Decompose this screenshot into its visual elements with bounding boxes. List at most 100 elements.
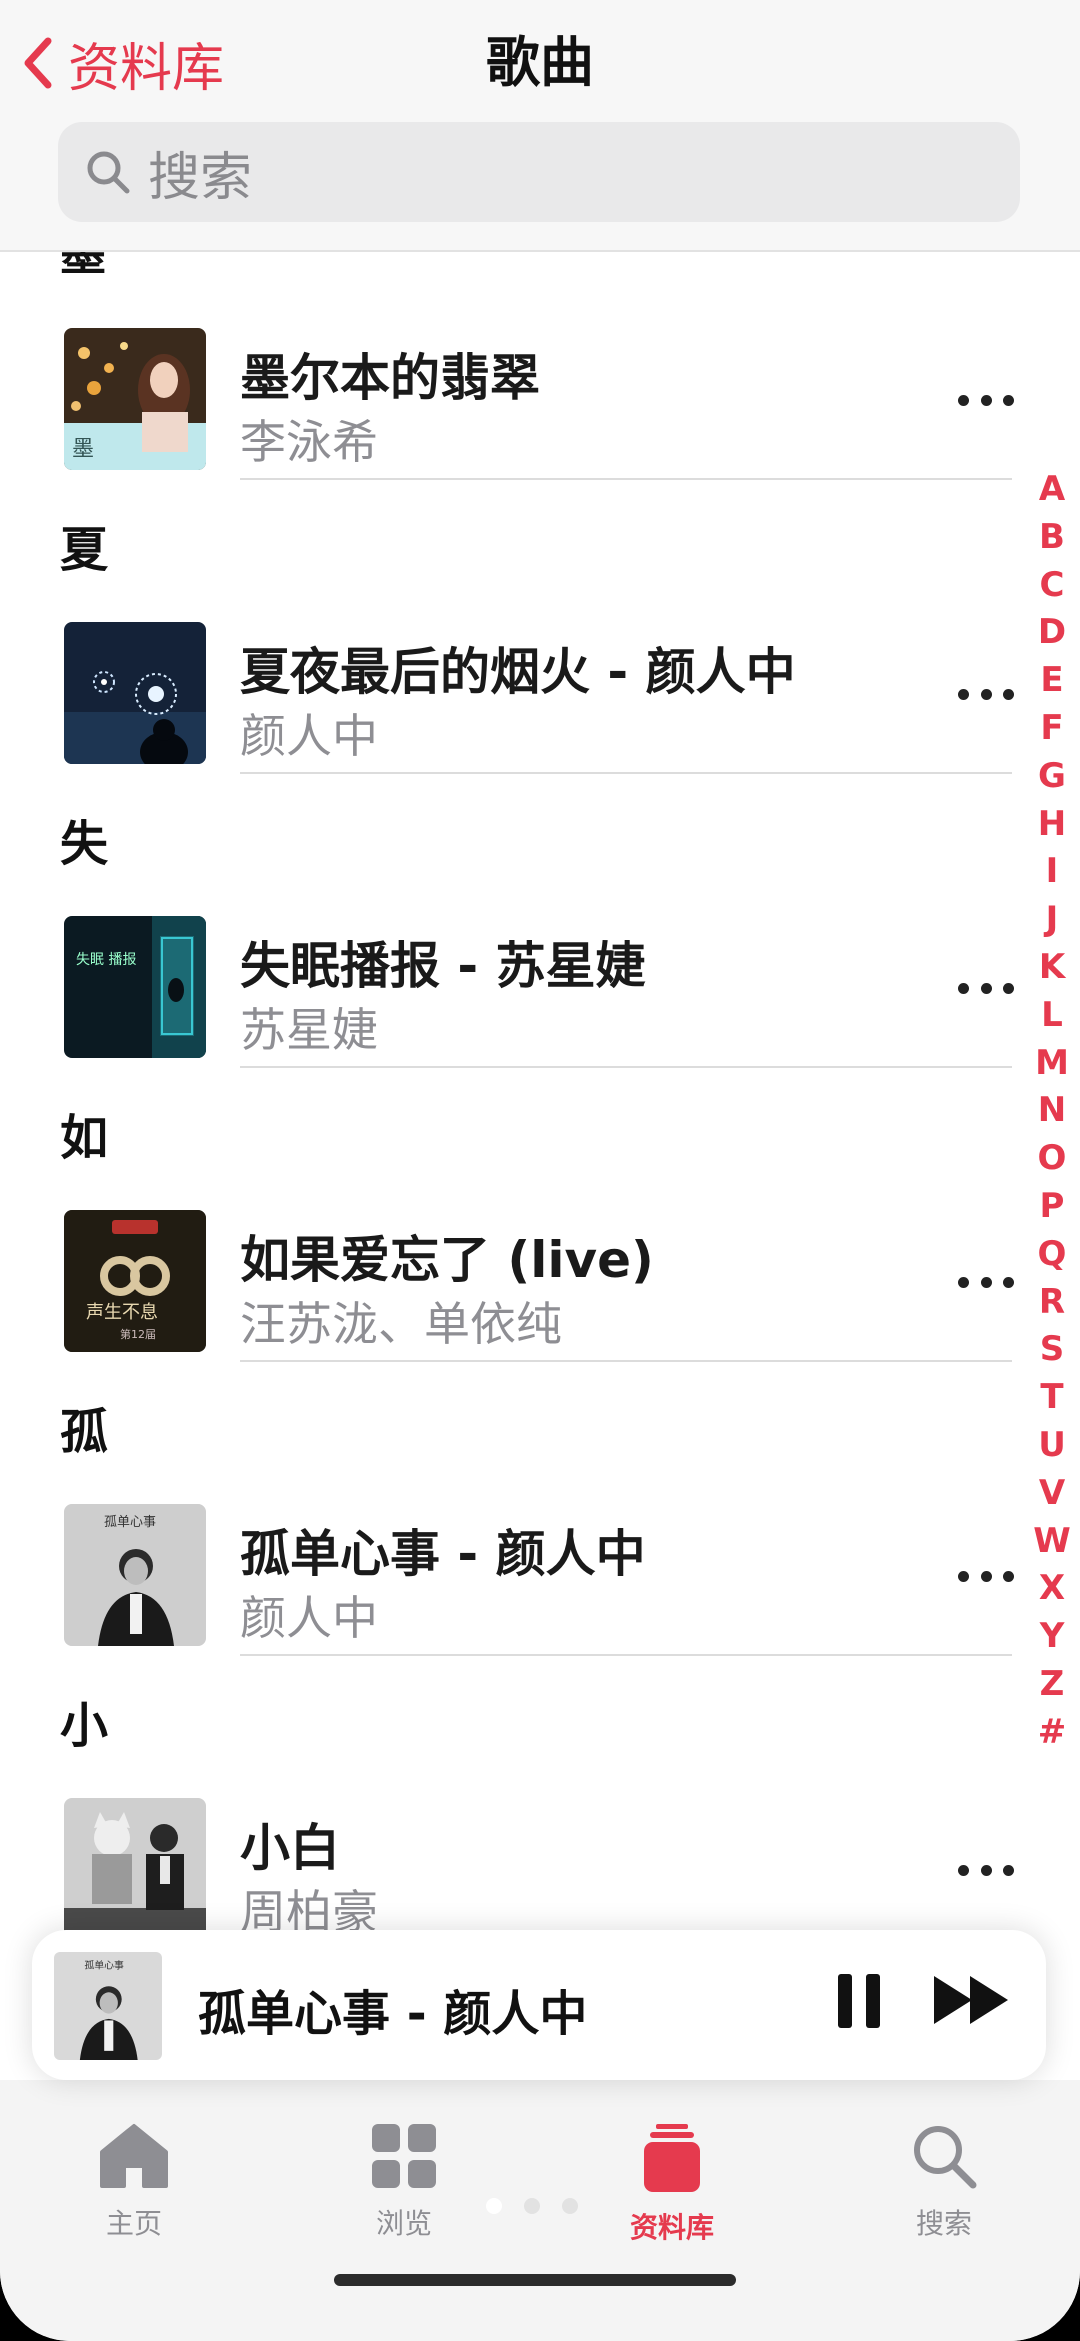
index-letter[interactable]: Y	[1032, 1613, 1072, 1661]
grid-icon	[372, 2124, 436, 2188]
page-indicator	[486, 2198, 578, 2214]
tab-label: 浏览	[375, 2207, 432, 2240]
song-artist: 李泳希	[240, 415, 378, 469]
more-options-button[interactable]	[958, 1850, 1014, 1890]
song-title: 墨尔本的翡翠	[240, 349, 540, 407]
index-letter[interactable]: G	[1032, 753, 1072, 801]
tab-label: 搜索	[915, 2207, 972, 2240]
now-playing-cover: 孤单心事	[54, 1952, 162, 2060]
index-letter[interactable]: E	[1032, 657, 1072, 705]
index-letter[interactable]: Z	[1032, 1661, 1072, 1709]
index-letter[interactable]: V	[1032, 1470, 1072, 1518]
row-divider	[240, 1066, 1012, 1068]
svg-text:声生不息: 声生不息	[86, 1302, 158, 1323]
row-divider	[240, 1360, 1012, 1362]
tab-home[interactable]: 主页	[54, 2122, 214, 2242]
song-row[interactable]: 小白 周柏豪	[0, 1798, 1040, 1942]
alphabet-index[interactable]: A B C D E F G H I J K L M N O P Q R S T U V W X Y Z #	[1032, 466, 1072, 1757]
song-row[interactable]: 孤单心事 孤单心事 - 颜人中 颜人中	[0, 1504, 1040, 1656]
index-letter[interactable]: T	[1032, 1374, 1072, 1422]
index-letter[interactable]: F	[1032, 705, 1072, 753]
more-options-button[interactable]	[958, 968, 1014, 1008]
index-letter[interactable]: S	[1032, 1326, 1072, 1374]
index-letter[interactable]: M	[1032, 1040, 1072, 1088]
album-cover: 孤单心事	[64, 1504, 206, 1646]
more-options-button[interactable]	[958, 1262, 1014, 1302]
mini-player[interactable]: 孤单心事 孤单心事 - 颜人中	[32, 1930, 1046, 2080]
section-header: 孤	[60, 1404, 109, 1460]
album-cover: 墨	[64, 328, 206, 470]
song-title: 失眠播报 - 苏星婕	[240, 937, 646, 995]
library-icon	[644, 2124, 700, 2192]
search-placeholder: 搜索	[148, 147, 253, 208]
svg-text:失眠 播报: 失眠 播报	[76, 952, 136, 968]
song-title: 孤单心事 - 颜人中	[240, 1525, 646, 1583]
search-icon	[87, 151, 130, 194]
svg-text:孤单心事: 孤单心事	[84, 1959, 124, 1972]
song-artist: 苏星婕	[240, 1003, 378, 1057]
tab-label: 资料库	[629, 2211, 714, 2244]
song-artist: 颜人中	[240, 1591, 378, 1645]
tab-browse[interactable]: 浏览	[324, 2122, 484, 2242]
album-cover	[64, 1798, 206, 1940]
index-letter[interactable]: C	[1032, 562, 1072, 610]
index-letter[interactable]: H	[1032, 801, 1072, 849]
index-letter[interactable]: W	[1032, 1518, 1072, 1566]
index-letter[interactable]: I	[1032, 848, 1072, 896]
song-row[interactable]: 失眠 播报 失眠播报 - 苏星婕 苏星婕	[0, 916, 1040, 1068]
index-letter[interactable]: O	[1032, 1135, 1072, 1183]
index-letter[interactable]: X	[1032, 1565, 1072, 1613]
song-title: 如果爱忘了 (live)	[240, 1231, 654, 1289]
row-divider	[240, 1654, 1012, 1656]
index-letter[interactable]: K	[1032, 944, 1072, 992]
search-field[interactable]: 搜索	[58, 122, 1020, 222]
svg-text:第12届: 第12届	[120, 1327, 156, 1341]
tab-bar: 主页 浏览 资料库 搜索	[0, 2080, 1080, 2341]
index-letter[interactable]: R	[1032, 1279, 1072, 1327]
tab-label: 主页	[105, 2207, 162, 2240]
index-letter[interactable]: N	[1032, 1087, 1072, 1135]
index-letter[interactable]: Q	[1032, 1231, 1072, 1279]
music-app-screen: 资料库 歌曲 搜索 墨 墨 墨尔本的翡翠 李泳希 夏 夏夜最后的烟火 - 颜人中…	[0, 0, 1080, 2341]
song-row[interactable]: 夏夜最后的烟火 - 颜人中 颜人中	[0, 622, 1040, 774]
song-artist: 汪苏泷、单依纯	[240, 1297, 562, 1351]
album-cover	[64, 622, 206, 764]
more-options-button[interactable]	[958, 380, 1014, 420]
index-letter[interactable]: A	[1032, 466, 1072, 514]
row-divider	[240, 772, 1012, 774]
song-row[interactable]: 墨 墨尔本的翡翠 李泳希	[0, 328, 1040, 480]
row-divider	[240, 478, 1012, 480]
tab-search[interactable]: 搜索	[864, 2122, 1024, 2242]
album-cover: 失眠 播报	[64, 916, 206, 1058]
home-indicator[interactable]	[334, 2274, 736, 2286]
fast-forward-icon[interactable]	[932, 1972, 1012, 2028]
section-header: 小	[60, 1698, 109, 1754]
pause-button[interactable]	[838, 1974, 882, 2028]
section-header: 如	[60, 1110, 109, 1166]
more-options-button[interactable]	[958, 1556, 1014, 1596]
search-icon	[914, 2126, 977, 2189]
navigation-header: 资料库 歌曲 搜索	[0, 0, 1080, 252]
index-letter[interactable]: #	[1032, 1709, 1072, 1757]
song-title: 小白	[240, 1819, 340, 1877]
song-artist: 颜人中	[240, 709, 378, 763]
album-cover: 声生不息 第12届	[64, 1210, 206, 1352]
song-row[interactable]: 声生不息 第12届 如果爱忘了 (live) 汪苏泷、单依纯	[0, 1210, 1040, 1362]
section-header: 夏	[60, 522, 109, 578]
index-letter[interactable]: L	[1032, 992, 1072, 1040]
index-letter[interactable]: P	[1032, 1183, 1072, 1231]
now-playing-title: 孤单心事 - 颜人中	[198, 1986, 588, 2042]
index-letter[interactable]: B	[1032, 514, 1072, 562]
index-letter[interactable]: U	[1032, 1422, 1072, 1470]
svg-text:墨: 墨	[72, 437, 94, 462]
more-options-button[interactable]	[958, 674, 1014, 714]
section-header: 墨	[60, 252, 106, 281]
songs-list[interactable]: 墨 墨 墨尔本的翡翠 李泳希 夏 夏夜最后的烟火 - 颜人中 颜人中 失 失眠 …	[0, 252, 1080, 1942]
tab-library[interactable]: 资料库	[592, 2122, 752, 2246]
page-title: 歌曲	[486, 31, 594, 94]
index-letter[interactable]: D	[1032, 609, 1072, 657]
section-header: 失	[60, 816, 109, 872]
song-title: 夏夜最后的烟火 - 颜人中	[240, 643, 796, 701]
index-letter[interactable]: J	[1032, 896, 1072, 944]
svg-text:孤单心事: 孤单心事	[104, 1515, 156, 1530]
